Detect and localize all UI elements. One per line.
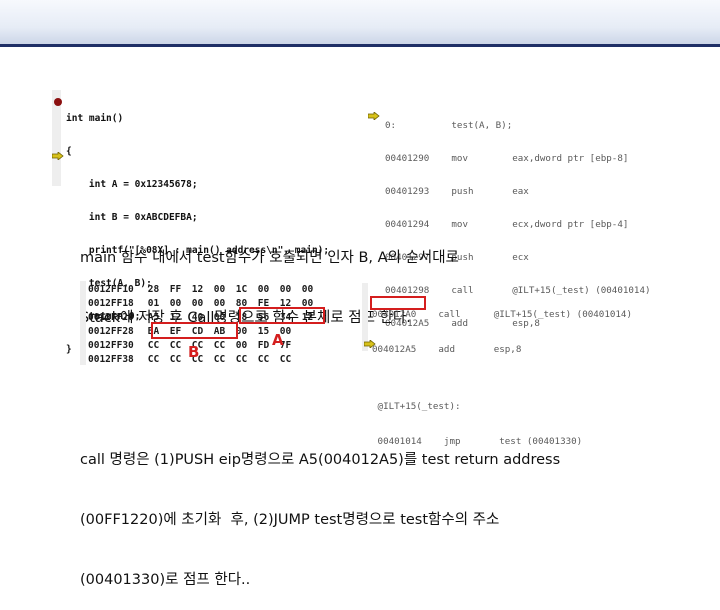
code-line: int A = 0x12345678; (66, 179, 198, 190)
caption-line: main 함수 내에서 test함수가 호출되면 인자 B, A의 순서대로 (80, 250, 459, 266)
memory-byte: 28 (147, 284, 160, 295)
memory-byte: FF (169, 284, 182, 295)
code-line: int main() (66, 113, 124, 124)
memory-byte: CC (147, 354, 160, 365)
memory-byte: 00 (235, 326, 248, 337)
memory-byte: CC (279, 354, 292, 365)
label-b: B (188, 343, 200, 361)
breakpoint-icon (54, 98, 62, 106)
jump-arrow-icon (364, 340, 376, 348)
memory-byte: CC (147, 340, 160, 351)
memory-address: 0012FF10 (88, 284, 134, 295)
memory-byte: 00 (301, 284, 314, 295)
memory-byte: 00 (213, 284, 226, 295)
current-instruction-arrow-icon (368, 112, 380, 120)
memory-byte: CC (235, 354, 248, 365)
memory-byte: 00 (235, 340, 248, 351)
slide-title-bar (0, 0, 720, 46)
memory-byte: 00 (257, 284, 270, 295)
memory-byte: 00 (169, 298, 182, 309)
caption-line: (00401330)로 점프 한다.. (80, 572, 251, 588)
asm-line: 004012A0 call @ILT+15(_test) (00401014) (372, 309, 632, 320)
current-line-arrow-icon (52, 152, 64, 160)
memory-row: 0012FF10 28 FF 12 00 1C 00 00 00 (88, 283, 324, 297)
memory-row: 0012FF38 CC CC CC CC CC CC CC (88, 353, 324, 367)
caption-line: call 명령은 (1)PUSH eip명령으로 A5(004012A5)를 t… (80, 452, 561, 468)
memory-byte: 00 (191, 298, 204, 309)
memory-address: 0012FF30 (88, 340, 134, 351)
code-line: { (66, 146, 72, 157)
memory-byte: CC (213, 340, 226, 351)
memory-byte: 01 (147, 298, 160, 309)
memory-byte: 00 (279, 284, 292, 295)
memory-address: 0012FF20 (88, 312, 134, 323)
asm-line: 0: test(A, B); (385, 120, 513, 131)
memory-address: 0012FF38 (88, 354, 134, 365)
highlight-box-b (151, 322, 238, 339)
asm-line: 004012A5 add esp,8 (372, 343, 522, 355)
highlight-box-return-address (370, 296, 426, 310)
memory-byte: CC (213, 354, 226, 365)
memory-gutter (80, 281, 86, 365)
memory-byte: 00 (213, 298, 226, 309)
memory-byte: CC (257, 354, 270, 365)
memory-address: 0012FF18 (88, 298, 134, 309)
label-a: A (272, 331, 284, 349)
caption-line: (00FF1220)에 초기화 후, (2)JUMP test명령으로 test… (80, 512, 500, 528)
asm-line: 00401293 push eax (385, 186, 529, 197)
memory-row: 0012FF30 CC CC CC CC 00 FD 7F (88, 339, 324, 353)
memory-byte: 1C (235, 284, 248, 295)
caption-paragraph-2: call 명령은 (1)PUSH eip명령으로 A5(004012A5)를 t… (80, 410, 560, 610)
highlight-box-a (239, 307, 325, 324)
memory-address: 0012FF28 (88, 326, 134, 337)
asm-line: 00401290 mov eax,dword ptr [ebp-8] (385, 153, 629, 164)
memory-byte: 12 (191, 284, 204, 295)
title-divider (0, 44, 720, 47)
